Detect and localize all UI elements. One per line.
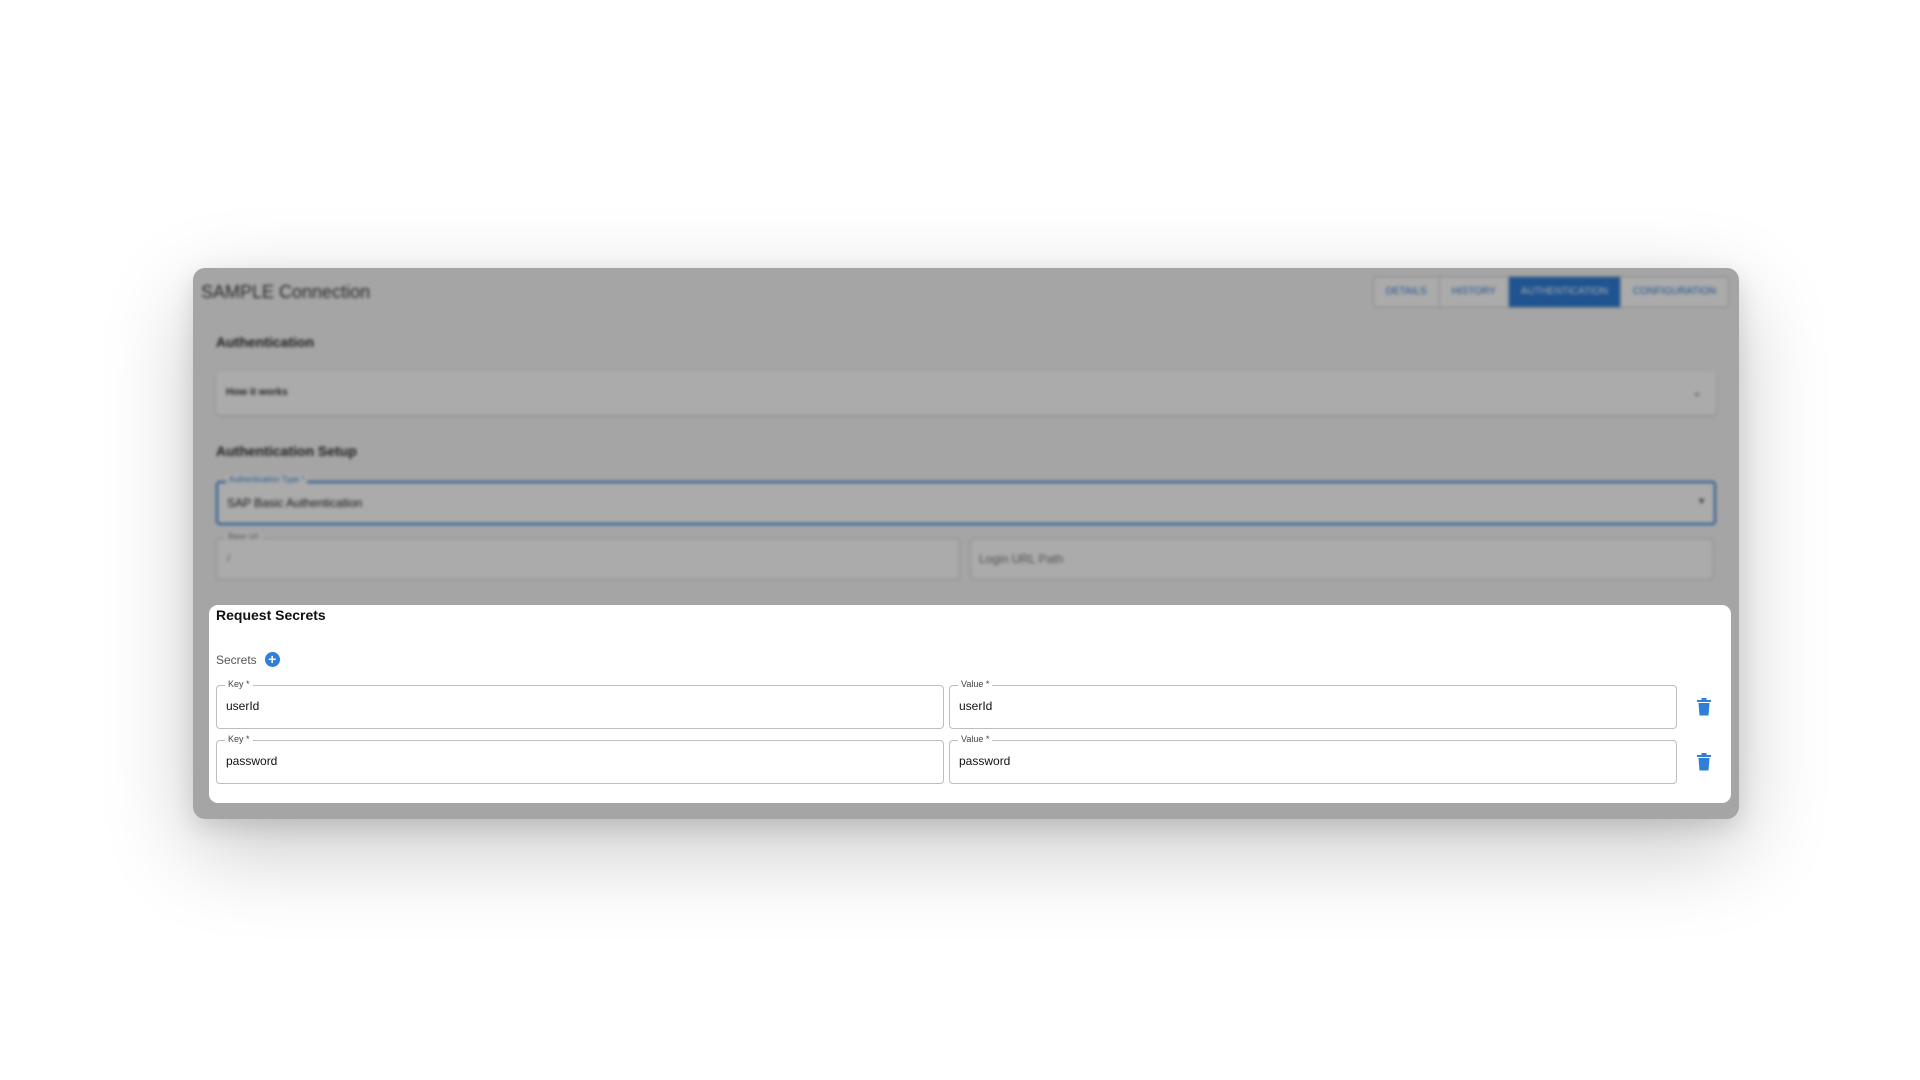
secrets-header: Secrets +	[216, 652, 280, 667]
secret-key-input[interactable]	[226, 741, 934, 781]
secret-key-field[interactable]: Key *	[216, 679, 944, 729]
secret-value-field[interactable]: Value *	[949, 734, 1677, 784]
secret-key-input[interactable]	[226, 686, 934, 726]
screen: SAMPLE Connection DETAILS HISTORY AUTHEN…	[0, 0, 1920, 1080]
request-secrets-heading: Request Secrets	[216, 607, 326, 623]
secret-key-field[interactable]: Key *	[216, 734, 944, 784]
secrets-label: Secrets	[216, 652, 257, 667]
secret-value-field[interactable]: Value *	[949, 679, 1677, 729]
trash-icon[interactable]	[1696, 698, 1712, 716]
secret-value-input[interactable]	[959, 686, 1667, 726]
plus-circle-icon[interactable]: +	[264, 652, 280, 667]
request-secrets-card: Request Secrets Secrets + Key * Value *	[209, 605, 1731, 803]
trash-icon[interactable]	[1696, 753, 1712, 771]
app-window: SAMPLE Connection DETAILS HISTORY AUTHEN…	[193, 268, 1739, 819]
secret-value-input[interactable]	[959, 741, 1667, 781]
